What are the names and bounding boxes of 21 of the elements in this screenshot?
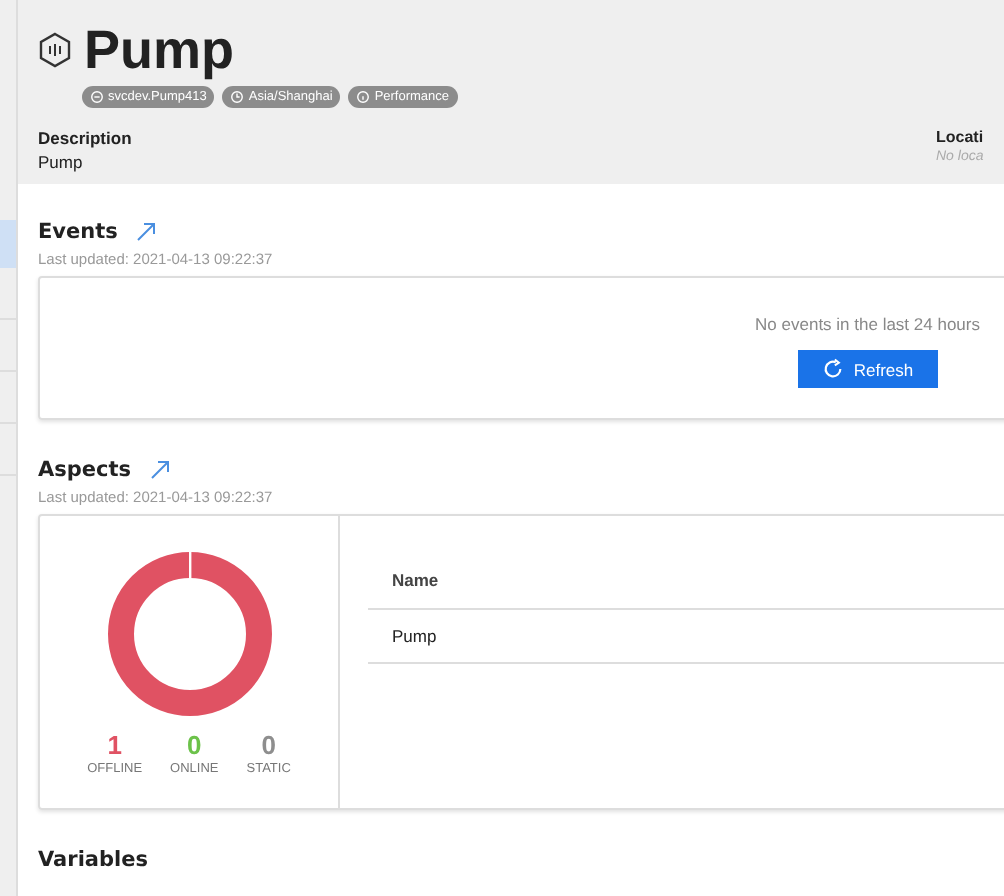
expand-arrow-icon[interactable] bbox=[135, 222, 156, 242]
description-label: Description bbox=[38, 128, 132, 148]
section-title: Variables bbox=[38, 848, 148, 872]
status-count: 0 bbox=[187, 732, 202, 758]
section-title: Aspects bbox=[38, 458, 132, 482]
info-icon bbox=[356, 90, 371, 104]
expand-arrow-icon[interactable] bbox=[149, 460, 170, 480]
asset-title: Pump bbox=[84, 20, 235, 80]
refresh-icon bbox=[821, 358, 844, 380]
status-count: 1 bbox=[107, 732, 122, 758]
column-header: Name bbox=[392, 570, 439, 590]
section-title: Events bbox=[38, 220, 118, 244]
empty-message: No events in the last 24 hours bbox=[755, 314, 980, 334]
status-count: 0 bbox=[261, 732, 276, 758]
clock-icon bbox=[230, 90, 245, 104]
description-value: Pump bbox=[38, 152, 85, 172]
hexagon-icon bbox=[38, 32, 72, 68]
location-label: Locati bbox=[936, 128, 986, 146]
table-cell: Pump bbox=[392, 626, 437, 646]
refresh-button[interactable]: Refresh bbox=[797, 350, 938, 388]
tag-icon bbox=[90, 90, 104, 104]
